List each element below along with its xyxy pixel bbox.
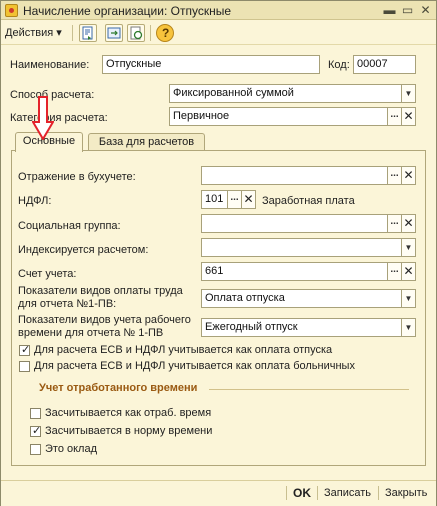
ok-button[interactable]: OK [293,486,311,500]
help-icon: ? [162,26,170,40]
actions-menu-label: Действия [5,27,54,39]
code-input[interactable]: 00007 [353,55,416,74]
toolbar: Действия ▾ ? [1,21,436,45]
account-label: Счет учета: [18,268,77,280]
footer-divider [378,486,379,500]
refresh-icon [130,26,143,40]
checkmark-icon: ✓ [21,344,31,356]
chevron-down-icon[interactable]: ▼ [402,84,416,103]
account-input[interactable]: 661 [201,262,388,281]
actions-menu[interactable]: Действия ▾ [5,25,62,41]
work-time-label-line2: времени для отчета № 1-ПВ [18,327,164,339]
accounting-input[interactable] [201,166,388,185]
name-input[interactable]: Отпускные [102,55,320,74]
select-account-button[interactable]: ... [388,262,402,281]
social-group-label: Социальная группа: [18,220,121,232]
calc-method-select[interactable]: Фиксированной суммой [169,84,402,103]
select-accounting-button[interactable]: ... [388,166,402,185]
counted-as-worked-checkbox[interactable] [30,408,41,419]
navigation-button[interactable] [105,24,123,42]
social-group-input[interactable] [201,214,388,233]
window-title: Начисление организации: Отпускные [23,4,232,18]
sick-pay-label: Для расчета ЕСВ и НДФЛ учитывается как о… [34,360,355,372]
clear-category-button[interactable]: ✕ [402,107,416,126]
is-salary-label: Это оклад [45,443,98,455]
clear-social-group-button[interactable]: ✕ [402,214,416,233]
select-social-group-button[interactable]: ... [388,214,402,233]
close-icon[interactable]: ✕ [418,3,433,17]
save-button[interactable]: Записать [324,487,371,499]
chevron-down-icon[interactable]: ▼ [402,318,416,337]
ndfl-label: НДФЛ: [18,195,52,207]
document-arrow-icon [82,26,93,40]
select-category-button[interactable]: ... [388,107,402,126]
close-button[interactable]: Закрыть [385,487,427,499]
vacation-pay-checkbox[interactable]: ✓ [19,344,31,356]
counted-in-norm-checkbox[interactable]: ✓ [30,425,42,437]
help-button[interactable]: ? [156,24,174,42]
labor-payment-select[interactable]: Оплата отпуска [201,289,402,308]
chevron-down-icon: ▾ [56,27,62,39]
tab-calc-base[interactable]: База для расчетов [88,133,205,151]
dialog-window: Начисление организации: Отпускные ▬ ▭ ✕ … [0,0,437,506]
accounting-label: Отражение в бухучете: [18,171,136,183]
work-time-select[interactable]: Ежегодный отпуск [201,318,402,337]
clear-account-button[interactable]: ✕ [402,262,416,281]
calc-category-label: Категория расчета: [10,112,108,124]
footer-bar: OK Записать Закрыть [1,480,436,506]
chevron-down-icon[interactable]: ▼ [402,238,416,257]
code-label: Код: [328,59,350,71]
worked-time-section-title: Учет отработанного времени [39,382,198,394]
footer-divider [286,486,287,500]
toolbar-divider [72,25,73,41]
refresh-button[interactable] [127,24,145,42]
indexed-label: Индексируется расчетом: [18,244,149,256]
clear-ndfl-button[interactable]: ✕ [242,190,256,209]
toolbar-divider [150,25,151,41]
save-to-list-button[interactable] [79,24,97,42]
labor-payment-label-line2: для отчета №1-ПВ: [18,298,117,310]
ndfl-description: Заработная плата [262,195,355,207]
annotation-arrow-icon [32,96,54,140]
clear-accounting-button[interactable]: ✕ [402,166,416,185]
is-salary-checkbox[interactable] [30,444,41,455]
maximize-icon[interactable]: ▭ [400,3,415,17]
chevron-down-icon[interactable]: ▼ [402,289,416,308]
footer-divider [317,486,318,500]
section-divider [209,389,409,390]
work-time-label-line1: Показатели видов учета рабочего [18,314,191,326]
title-bar: Начисление организации: Отпускные ▬ ▭ ✕ [1,1,436,20]
indexed-select[interactable] [201,238,402,257]
name-label: Наименование: [10,59,90,71]
minimize-icon[interactable]: ▬ [382,3,397,17]
app-logo-icon [5,4,18,17]
window-arrows-icon [107,27,121,39]
counted-as-worked-label: Засчитывается как отраб. время [45,407,212,419]
select-ndfl-button[interactable]: ... [228,190,242,209]
checkmark-icon: ✓ [32,425,42,437]
vacation-pay-label: Для расчета ЕСВ и НДФЛ учитывается как о… [34,344,333,356]
calc-category-input[interactable]: Первичное [169,107,388,126]
counted-in-norm-label: Засчитывается в норму времени [45,425,213,437]
labor-payment-label-line1: Показатели видов оплаты труда [18,285,183,297]
sick-pay-checkbox[interactable] [19,361,30,372]
ndfl-input[interactable]: 101 [201,190,228,209]
